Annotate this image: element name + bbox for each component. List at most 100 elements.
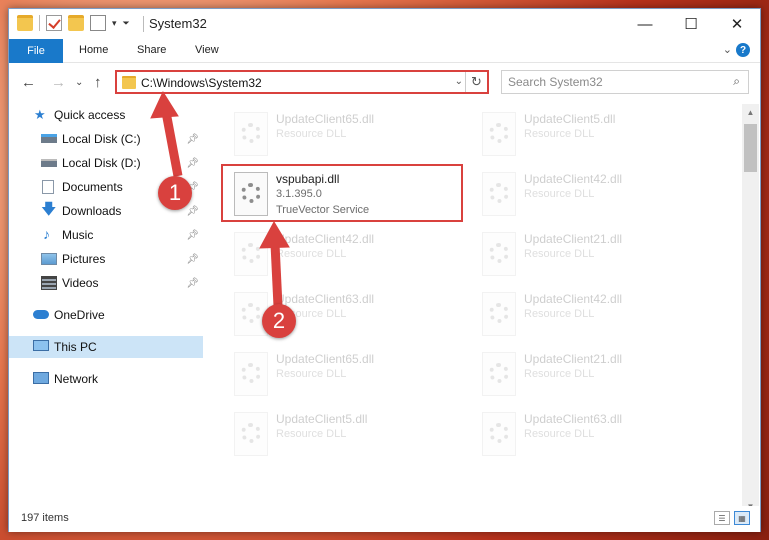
properties-check-icon[interactable] [46,15,62,31]
explorer-window: ▾ ⏷ System32 — ☐ ✕ File Home Share View … [8,8,761,532]
file-description: Resource DLL [524,368,595,380]
close-button[interactable]: ✕ [714,9,760,39]
window-title: System32 [149,16,207,31]
file-name: UpdateClient65.dll [276,112,375,126]
tiles-view-icon[interactable]: ▦ [734,511,750,525]
title-bar: ▾ ⏷ System32 — ☐ ✕ [9,9,760,39]
list-item[interactable]: UpdateClient5.dll Resource DLL [474,106,714,162]
file-description: Resource DLL [276,128,347,140]
list-item[interactable]: UpdateClient65.dll Resource DLL [226,106,466,162]
file-name: UpdateClient42.dll [524,292,623,306]
sidebar-item-videos[interactable]: Videos 📌︎ [9,272,203,294]
pin-icon[interactable]: 📌︎ [186,278,199,289]
list-item[interactable]: UpdateClient42.dll Resource DLL [474,166,714,222]
back-arrow-icon[interactable]: ← [21,74,36,91]
sidebar-item-local-disk-c[interactable]: Local Disk (C:) 📌︎ [9,128,203,150]
address-dropdown-icon[interactable]: ⌄ [455,76,463,87]
list-item[interactable]: UpdateClient63.dll Resource DLL [474,406,714,462]
file-description: Resource DLL [524,308,595,320]
scrollbar-thumb[interactable] [744,124,757,172]
separator [143,16,144,32]
list-item[interactable]: UpdateClient65.dll Resource DLL [226,346,466,402]
pin-icon[interactable]: 📌︎ [186,158,199,169]
search-input[interactable] [508,74,708,90]
drive-icon [41,134,57,143]
dropdown-arrow-icon[interactable]: ▾ [112,18,117,29]
sidebar-item-label: Videos [62,276,99,290]
sidebar-item-label: OneDrive [54,308,105,322]
vertical-scrollbar[interactable]: ▲ ▼ [742,104,759,514]
list-item[interactable]: UpdateClient63.dll Resource DLL [226,286,466,342]
list-item[interactable]: UpdateClient21.dll Resource DLL [474,226,714,282]
music-icon: ♪ [43,226,50,242]
sidebar-item-pictures[interactable]: Pictures 📌︎ [9,248,203,270]
sidebar-item-label: This PC [54,340,97,354]
address-bar[interactable]: C:\Windows\System32 ⌄ ↻ [115,70,489,94]
status-bar: 197 items ☰ ▦ [9,506,760,532]
dll-file-icon [482,232,516,276]
list-item[interactable]: UpdateClient42.dll Resource DLL [474,286,714,342]
refresh-icon[interactable]: ↻ [465,72,487,92]
step-1-marker: 1 [158,176,192,210]
tab-share[interactable]: Share [137,44,166,56]
up-arrow-icon[interactable]: ↑ [94,74,102,91]
new-folder-icon[interactable] [68,15,84,31]
pin-icon[interactable]: 📌︎ [186,206,199,217]
gear-icon [241,423,261,443]
sidebar-item-label: Documents [62,180,123,194]
dll-file-icon [482,112,516,156]
sidebar-item-quick-access[interactable]: ★ Quick access [9,104,203,126]
pin-icon[interactable]: 📌︎ [186,254,199,265]
quick-access-toolbar: ▾ ⏷ [17,15,130,31]
customize-view-icon[interactable] [90,15,106,31]
sidebar-item-label: Local Disk (D:) [62,156,141,170]
forward-arrow-icon[interactable]: → [51,74,66,91]
sidebar-item-network[interactable]: Network [9,368,203,390]
sidebar-item-label: Local Disk (C:) [62,132,141,146]
dll-file-icon [234,112,268,156]
minimize-button[interactable]: — [622,9,668,39]
sidebar-item-onedrive[interactable]: OneDrive [9,304,203,326]
drive-icon [41,159,57,167]
gear-icon [241,303,261,323]
navigation-pane: ★ Quick access Local Disk (C:) 📌︎ Local … [9,104,203,504]
sidebar-item-label: Pictures [62,252,106,266]
maximize-button[interactable]: ☐ [668,9,714,39]
pin-icon[interactable]: 📌︎ [186,134,199,145]
file-name: UpdateClient5.dll [524,112,616,126]
download-icon: 🡇 [41,201,57,218]
tab-home[interactable]: Home [79,44,108,56]
search-icon: ⌕ [733,74,740,88]
scroll-up-icon[interactable]: ▲ [742,104,759,120]
file-description: Resource DLL [524,248,595,260]
videos-icon [41,276,57,290]
separator [39,15,40,31]
search-box[interactable]: ⌕ [501,70,749,94]
list-item[interactable]: UpdateClient5.dll Resource DLL [226,406,466,462]
customize-toolbar-icon[interactable]: ⏷ [123,18,130,29]
file-name: UpdateClient63.dll [276,292,375,306]
network-icon [33,372,49,384]
address-path[interactable]: C:\Windows\System32 [141,76,262,90]
details-view-icon[interactable]: ☰ [714,511,730,525]
recent-locations-icon[interactable]: ⌄ [75,77,83,88]
list-item[interactable]: UpdateClient21.dll Resource DLL [474,346,714,402]
pictures-icon [41,253,57,265]
sidebar-item-this-pc[interactable]: This PC [9,336,203,358]
expand-ribbon-icon[interactable]: ⌄ [723,43,732,56]
sidebar-item-music[interactable]: ♪ Music 📌︎ [9,224,203,246]
tab-file[interactable]: File [9,39,63,63]
file-description: Resource DLL [524,128,595,140]
gear-icon [241,243,261,263]
tab-view[interactable]: View [195,44,219,56]
documents-icon [42,180,54,194]
sidebar-item-local-disk-d[interactable]: Local Disk (D:) 📌︎ [9,152,203,174]
item-count: 197 items [21,512,69,524]
file-name: UpdateClient63.dll [524,412,623,426]
sidebar-item-label: Downloads [62,204,122,218]
window-controls: — ☐ ✕ [622,9,760,39]
dll-file-icon [482,172,516,216]
help-button[interactable]: ? [736,43,750,57]
list-item[interactable]: UpdateClient42.dll Resource DLL [226,226,466,282]
pin-icon[interactable]: 📌︎ [186,230,199,241]
